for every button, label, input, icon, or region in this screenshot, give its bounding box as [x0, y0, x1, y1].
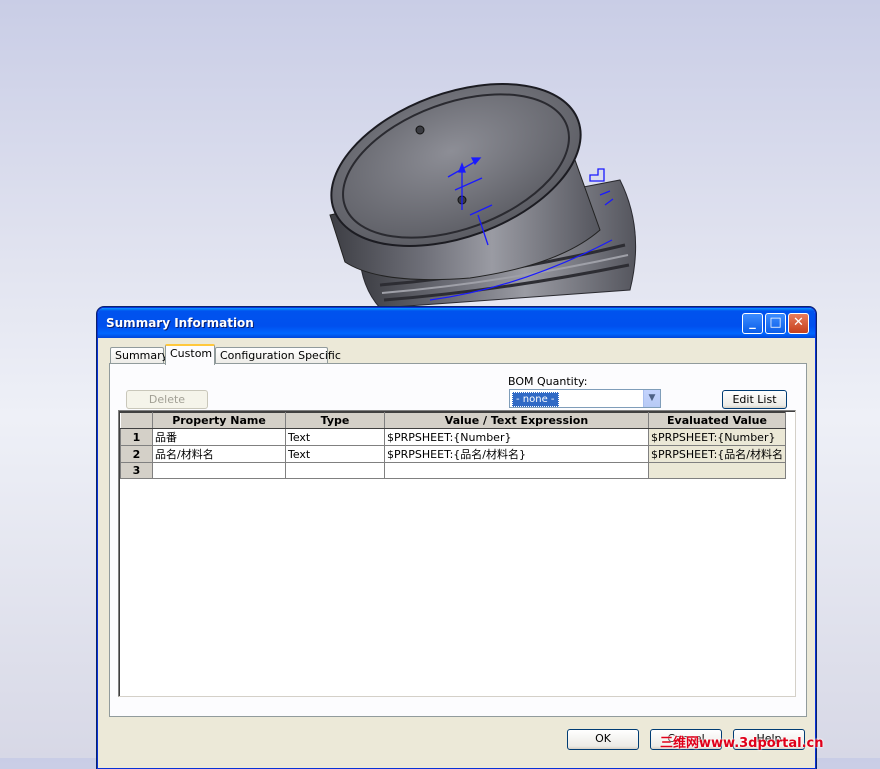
tab-configuration-specific[interactable]: Configuration Specific [215, 347, 341, 364]
type-cell[interactable]: Text [285, 445, 385, 463]
column-header-value[interactable]: Value / Text Expression [384, 412, 649, 429]
tab-custom[interactable]: Custom [165, 344, 215, 365]
dialog-title-bar[interactable]: Summary Information _ □ ✕ [98, 308, 815, 338]
property-name-cell[interactable] [152, 462, 286, 479]
site-watermark: 三维网www.3dportal.cn [660, 736, 824, 751]
value-cell[interactable]: $PRPSHEET:{Number} [384, 428, 649, 446]
bom-quantity-select[interactable]: - none - ▼ [509, 389, 661, 408]
column-header-property-name[interactable]: Property Name [152, 412, 286, 429]
column-header-evaluated-value[interactable]: Evaluated Value [648, 412, 786, 429]
grid-corner[interactable] [120, 412, 153, 429]
value-cell[interactable]: $PRPSHEET:{品名/材料名} [384, 445, 649, 463]
property-name-cell[interactable]: 品名/材料名 [152, 445, 286, 463]
row-number[interactable]: 2 [120, 445, 153, 463]
value-cell[interactable] [384, 462, 649, 479]
property-name-cell[interactable]: 品番 [152, 428, 286, 446]
ok-button[interactable]: OK [567, 729, 639, 750]
evaluated-value-cell: $PRPSHEET:{Number} [648, 428, 786, 446]
edit-list-button[interactable]: Edit List [722, 390, 787, 409]
column-header-type[interactable]: Type [285, 412, 385, 429]
type-cell[interactable]: Text [285, 428, 385, 446]
table-row: 1 品番 Text $PRPSHEET:{Number} $PRPSHEET:{… [120, 428, 786, 446]
table-row: 3 [120, 462, 786, 479]
custom-properties-panel: Delete BOM Quantity: - none - ▼ Edit Lis… [109, 363, 807, 717]
bom-quantity-label: BOM Quantity: [508, 375, 588, 388]
tab-summary[interactable]: Summary [110, 347, 168, 364]
minimize-button[interactable]: _ [742, 313, 763, 334]
summary-information-dialog: Summary Information _ □ ✕ Summary Custom… [97, 307, 816, 769]
maximize-button[interactable]: □ [765, 313, 786, 334]
properties-grid: Property Name Type Value / Text Expressi… [118, 410, 796, 697]
dialog-title: Summary Information [106, 316, 254, 330]
type-cell[interactable] [285, 462, 385, 479]
grid-header-row: Property Name Type Value / Text Expressi… [120, 412, 786, 429]
row-number[interactable]: 1 [120, 428, 153, 446]
close-button[interactable]: ✕ [788, 313, 809, 334]
evaluated-value-cell: $PRPSHEET:{品名/材料名 [648, 445, 786, 463]
delete-button[interactable]: Delete [126, 390, 208, 409]
bom-quantity-value: - none - [512, 392, 559, 407]
evaluated-value-cell [648, 462, 786, 479]
row-number[interactable]: 3 [120, 462, 153, 479]
table-row: 2 品名/材料名 Text $PRPSHEET:{品名/材料名} $PRPSHE… [120, 445, 786, 463]
properties-table: Property Name Type Value / Text Expressi… [120, 412, 786, 479]
chevron-down-icon[interactable]: ▼ [643, 390, 660, 407]
